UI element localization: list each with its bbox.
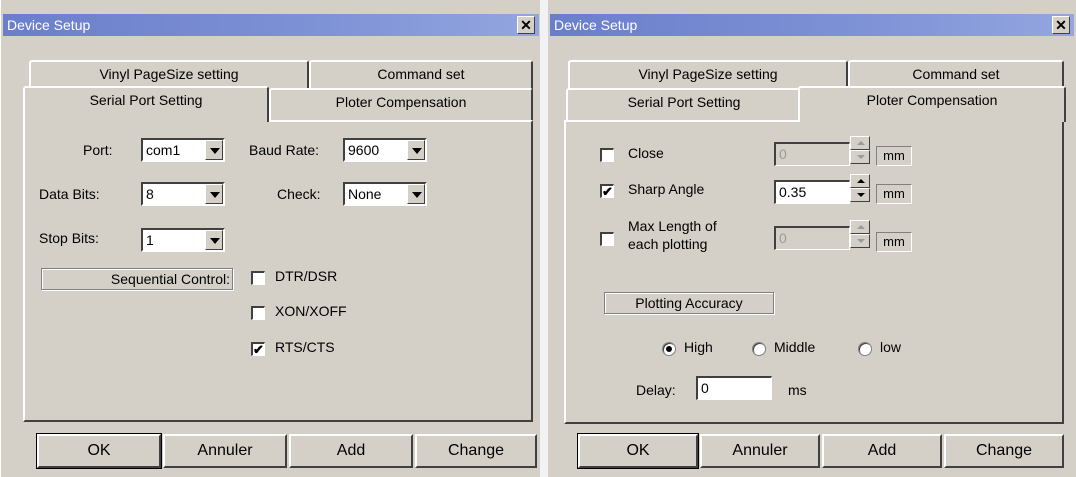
tab-label: Command set	[377, 66, 465, 82]
max-length-label-line2: each plotting	[628, 236, 708, 252]
sharp-angle-unit: mm	[876, 184, 912, 204]
sequential-control-label: Sequential Control:	[41, 268, 233, 290]
accuracy-low-label: low	[880, 339, 902, 355]
sharp-angle-spinner[interactable]	[850, 174, 870, 202]
close-checkbox[interactable]	[600, 148, 614, 162]
close-button[interactable]: ✕	[1052, 16, 1070, 34]
accuracy-high-label: High	[684, 339, 713, 355]
device-setup-dialog-serial: Device Setup ✕ Vinyl PageSize setting Co…	[0, 0, 541, 477]
spin-up-icon[interactable]	[850, 220, 870, 234]
tab-label: Ploter Compensation	[866, 92, 998, 108]
add-button[interactable]: Add	[289, 434, 413, 468]
dtr-dsr-checkbox[interactable]	[251, 271, 265, 285]
close-icon: ✕	[1055, 17, 1067, 33]
baud-rate-value: 9600	[348, 142, 380, 158]
baud-rate-select[interactable]: 9600	[343, 138, 427, 162]
tab-ploter-compensation[interactable]: Ploter Compensation	[269, 88, 533, 120]
delay-field[interactable]: 0	[696, 376, 772, 400]
spin-down-icon[interactable]	[850, 234, 870, 248]
accuracy-middle-label: Middle	[774, 339, 816, 355]
window-title: Device Setup	[7, 17, 91, 33]
spin-down-icon[interactable]	[850, 188, 870, 202]
sharp-angle-checkbox[interactable]: ✔	[600, 184, 614, 198]
ok-button[interactable]: OK	[36, 433, 162, 469]
divider	[540, 0, 548, 477]
tab-label: Serial Port Setting	[627, 94, 741, 110]
add-button[interactable]: Add	[822, 434, 942, 468]
checkmark-icon: ✔	[253, 342, 264, 357]
max-length-field[interactable]: 0	[774, 226, 850, 250]
tab-label: Vinyl PageSize setting	[99, 66, 239, 82]
spin-up-icon[interactable]	[850, 174, 870, 188]
device-setup-dialog-compensation: Device Setup ✕ Vinyl PageSize setting Co…	[548, 0, 1076, 477]
baud-rate-label: Baud Rate:	[249, 142, 320, 158]
check-select[interactable]: None	[343, 182, 427, 206]
close-spinner[interactable]	[850, 136, 870, 164]
check-value: None	[348, 186, 382, 202]
chevron-down-icon[interactable]	[205, 230, 223, 250]
rts-cts-label: RTS/CTS	[275, 339, 335, 355]
tab-label: Ploter Compensation	[335, 94, 467, 110]
port-value: com1	[146, 142, 181, 158]
stop-bits-label: Stop Bits:	[39, 230, 99, 246]
rts-cts-checkbox[interactable]: ✔	[251, 342, 265, 356]
max-length-unit: mm	[876, 232, 912, 252]
spin-down-icon[interactable]	[850, 150, 870, 164]
port-label: Port:	[83, 142, 113, 158]
close-label: Close	[628, 145, 664, 161]
plotting-accuracy-label: Plotting Accuracy	[604, 292, 774, 314]
chevron-down-icon[interactable]	[407, 140, 425, 160]
data-bits-value: 8	[146, 186, 154, 202]
tab-label: Command set	[912, 66, 1000, 82]
delay-label: Delay:	[636, 382, 676, 398]
close-unit: mm	[876, 146, 912, 166]
check-label: Check:	[277, 186, 321, 202]
xon-xoff-checkbox[interactable]	[251, 306, 265, 320]
tab-label: Vinyl PageSize setting	[638, 66, 778, 82]
close-icon: ✕	[520, 17, 532, 33]
change-button[interactable]: Change	[415, 434, 537, 468]
spin-up-icon[interactable]	[850, 136, 870, 150]
stop-bits-value: 1	[146, 232, 154, 248]
window-title: Device Setup	[554, 17, 638, 33]
serial-port-panel: Port: com1 Baud Rate: 9600 Data Bits: 8 …	[23, 120, 533, 422]
max-length-label-line1: Max Length of	[628, 218, 717, 234]
tab-ploter-compensation[interactable]: Ploter Compensation	[798, 86, 1066, 122]
tab-serial-port-setting[interactable]: Serial Port Setting	[23, 86, 269, 122]
sharp-angle-label: Sharp Angle	[628, 181, 705, 197]
max-length-spinner[interactable]	[850, 220, 870, 248]
change-button[interactable]: Change	[944, 434, 1064, 468]
chevron-down-icon[interactable]	[407, 184, 425, 204]
close-value-field[interactable]: 0	[774, 142, 850, 166]
port-select[interactable]: com1	[141, 138, 225, 162]
accuracy-high-radio[interactable]	[662, 342, 676, 356]
accuracy-low-radio[interactable]	[858, 342, 872, 356]
cancel-button[interactable]: Annuler	[163, 434, 287, 468]
data-bits-select[interactable]: 8	[141, 182, 225, 206]
tab-label: Serial Port Setting	[89, 92, 203, 108]
chevron-down-icon[interactable]	[205, 140, 223, 160]
cancel-button[interactable]: Annuler	[700, 434, 820, 468]
ploter-compensation-panel: Close 0 mm ✔ Sharp Angle 0.35 mm Max Len…	[564, 120, 1064, 424]
tab-command-set[interactable]: Command set	[309, 60, 533, 90]
chevron-down-icon[interactable]	[205, 184, 223, 204]
data-bits-label: Data Bits:	[39, 186, 100, 202]
delay-unit: ms	[788, 382, 807, 398]
checkmark-icon: ✔	[602, 184, 613, 199]
close-button[interactable]: ✕	[517, 16, 535, 34]
sharp-angle-field[interactable]: 0.35	[774, 180, 850, 204]
title-bar: Device Setup ✕	[550, 14, 1074, 36]
stop-bits-select[interactable]: 1	[141, 228, 225, 252]
accuracy-middle-radio[interactable]	[752, 342, 766, 356]
tab-serial-port-setting[interactable]: Serial Port Setting	[566, 88, 802, 120]
title-bar: Device Setup ✕	[3, 14, 539, 36]
xon-xoff-label: XON/XOFF	[275, 303, 347, 319]
ok-button[interactable]: OK	[577, 433, 699, 469]
max-length-checkbox[interactable]	[600, 232, 614, 246]
dtr-dsr-label: DTR/DSR	[275, 268, 338, 284]
